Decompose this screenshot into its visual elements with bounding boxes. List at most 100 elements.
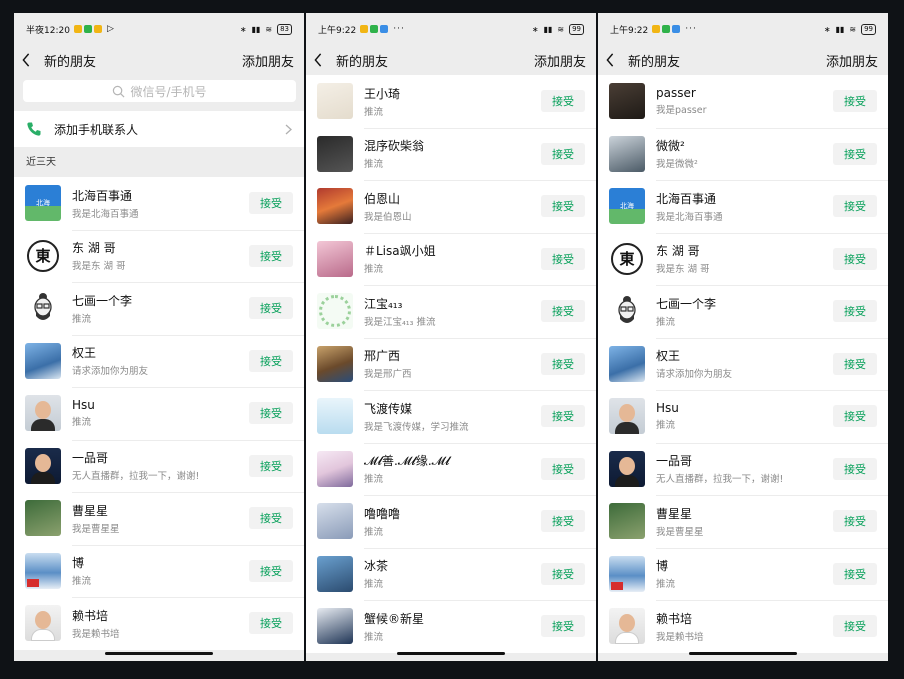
accept-button[interactable]: 接受 — [541, 352, 585, 375]
avatar[interactable] — [317, 135, 353, 172]
list-item[interactable]: 冰茶 推流 接受 — [306, 547, 596, 601]
avatar[interactable] — [317, 345, 353, 382]
avatar[interactable] — [25, 447, 61, 484]
add-phone-contacts[interactable]: 添加手机联系人 — [14, 111, 304, 147]
accept-button[interactable]: 接受 — [541, 562, 585, 585]
avatar[interactable]: 東 — [609, 240, 645, 277]
accept-button[interactable]: 接受 — [833, 247, 877, 270]
back-button[interactable] — [306, 45, 330, 75]
list-item[interactable]: 𝓜𝓵善.𝓜𝓵缘.𝓜𝓵 推流 接受 — [306, 442, 596, 496]
avatar[interactable] — [25, 290, 61, 327]
list-item[interactable]: 東东 湖 哥我是东 湖 哥 接受 — [598, 232, 888, 286]
list-item[interactable]: 江宝₄₁₃ 我是江宝₄₁₃ 推流 接受 — [306, 285, 596, 338]
accept-button[interactable]: 接受 — [833, 195, 877, 218]
avatar[interactable] — [317, 240, 353, 277]
avatar[interactable]: 東 — [25, 237, 61, 274]
list-item[interactable]: 曹星星 我是曹星星 接受 — [14, 492, 304, 545]
list-item[interactable]: 权王 请求添加你为朋友 接受 — [14, 334, 304, 388]
list-item[interactable]: 王小琦 推流 接受 — [306, 75, 596, 128]
accept-button[interactable]: 接受 — [833, 562, 877, 585]
avatar[interactable] — [609, 135, 645, 172]
accept-button[interactable]: 接受 — [541, 510, 585, 533]
list-item[interactable]: 微微² 我是微微² 接受 — [598, 127, 888, 181]
accept-button[interactable]: 接受 — [249, 192, 293, 215]
list-item[interactable]: 博推流 接受 — [14, 544, 304, 598]
accept-button[interactable]: 接受 — [541, 615, 585, 638]
avatar[interactable] — [609, 293, 645, 330]
avatar[interactable] — [609, 345, 645, 382]
accept-button[interactable]: 接受 — [249, 507, 293, 530]
list-item[interactable]: Hsu 推流 接受 — [14, 387, 304, 440]
list-item[interactable]: 七画一个李 推流 接受 — [14, 282, 304, 335]
avatar[interactable] — [317, 555, 353, 592]
avatar[interactable] — [609, 450, 645, 487]
avatar[interactable] — [317, 83, 353, 120]
accept-button[interactable]: 接受 — [833, 405, 877, 428]
add-friend-button[interactable]: 添加朋友 — [534, 51, 586, 70]
list-item[interactable]: 赖书培 我是赖书培 接受 — [598, 600, 888, 653]
accept-button[interactable]: 接受 — [833, 300, 877, 323]
accept-button[interactable]: 接受 — [541, 90, 585, 113]
accept-button[interactable]: 接受 — [249, 454, 293, 477]
avatar[interactable] — [317, 503, 353, 540]
list-item[interactable]: 東东 湖 哥我是东 湖 哥 接受 — [14, 229, 304, 283]
back-button[interactable] — [14, 45, 38, 75]
add-friend-button[interactable]: 添加朋友 — [242, 51, 294, 70]
list-item[interactable]: passer 我是passer 接受 — [598, 75, 888, 128]
accept-button[interactable]: 接受 — [249, 402, 293, 425]
search-input[interactable]: 微信号/手机号 — [23, 80, 296, 102]
accept-button[interactable]: 接受 — [833, 90, 877, 113]
list-item[interactable]: 赖书培 我是赖书培 接受 — [14, 597, 304, 650]
accept-button[interactable]: 接受 — [541, 142, 585, 165]
accept-button[interactable]: 接受 — [541, 195, 585, 218]
avatar[interactable] — [25, 342, 61, 379]
list-item[interactable]: Hsu 推流 接受 — [598, 390, 888, 443]
list-item[interactable]: 七画一个李 推流 接受 — [598, 285, 888, 338]
avatar[interactable] — [317, 293, 353, 330]
accept-button[interactable]: 接受 — [833, 510, 877, 533]
accept-button[interactable]: 接受 — [541, 457, 585, 480]
list-item[interactable]: 混序砍柴翁 推流 接受 — [306, 127, 596, 181]
avatar[interactable] — [317, 398, 353, 435]
avatar[interactable] — [317, 188, 353, 225]
accept-button[interactable]: 接受 — [541, 300, 585, 323]
accept-button[interactable]: 接受 — [249, 297, 293, 320]
avatar[interactable] — [25, 605, 61, 642]
avatar[interactable] — [25, 552, 61, 589]
avatar[interactable] — [317, 450, 353, 487]
avatar[interactable] — [609, 608, 645, 645]
accept-button[interactable]: 接受 — [249, 559, 293, 582]
avatar[interactable]: 北海 — [609, 188, 645, 225]
accept-button[interactable]: 接受 — [541, 405, 585, 428]
avatar[interactable] — [609, 83, 645, 120]
list-item[interactable]: 蟹候®新星 推流 接受 — [306, 600, 596, 653]
avatar[interactable] — [317, 608, 353, 645]
list-item[interactable]: 北海 北海百事通 我是北海百事通 接受 — [14, 177, 304, 230]
accept-button[interactable]: 接受 — [833, 142, 877, 165]
accept-button[interactable]: 接受 — [249, 244, 293, 267]
avatar[interactable]: 北海 — [25, 185, 61, 222]
accept-button[interactable]: 接受 — [541, 247, 585, 270]
list-item[interactable]: 一品哥 无人直播群，拉我一下，谢谢! 接受 — [598, 442, 888, 496]
accept-button[interactable]: 接受 — [249, 349, 293, 372]
list-item[interactable]: 权王 请求添加你为朋友 接受 — [598, 337, 888, 391]
list-item[interactable]: 噜噜噜 推流 接受 — [306, 495, 596, 548]
back-button[interactable] — [598, 45, 622, 75]
list-item[interactable]: 一品哥 无人直播群，拉我一下，谢谢! 接受 — [14, 439, 304, 493]
list-item[interactable]: 博推流 接受 — [598, 547, 888, 601]
accept-button[interactable]: 接受 — [833, 352, 877, 375]
accept-button[interactable]: 接受 — [833, 615, 877, 638]
list-item[interactable]: 邢广西 我是邢广西 接受 — [306, 337, 596, 391]
accept-button[interactable]: 接受 — [833, 457, 877, 480]
list-item[interactable]: 北海 北海百事通 我是北海百事通 接受 — [598, 180, 888, 233]
avatar[interactable] — [609, 398, 645, 435]
list-item[interactable]: 曹星星 我是曹星星 接受 — [598, 495, 888, 548]
avatar[interactable] — [25, 395, 61, 432]
list-item[interactable]: ＃Lisa飒小姐 推流 接受 — [306, 232, 596, 286]
accept-button[interactable]: 接受 — [249, 612, 293, 635]
avatar[interactable] — [609, 555, 645, 592]
avatar[interactable] — [609, 503, 645, 540]
list-item[interactable]: 飞渡传媒 我是飞渡传媒，学习推流 接受 — [306, 390, 596, 443]
list-item[interactable]: 伯恩山 我是伯恩山 接受 — [306, 180, 596, 233]
add-friend-button[interactable]: 添加朋友 — [826, 51, 878, 70]
